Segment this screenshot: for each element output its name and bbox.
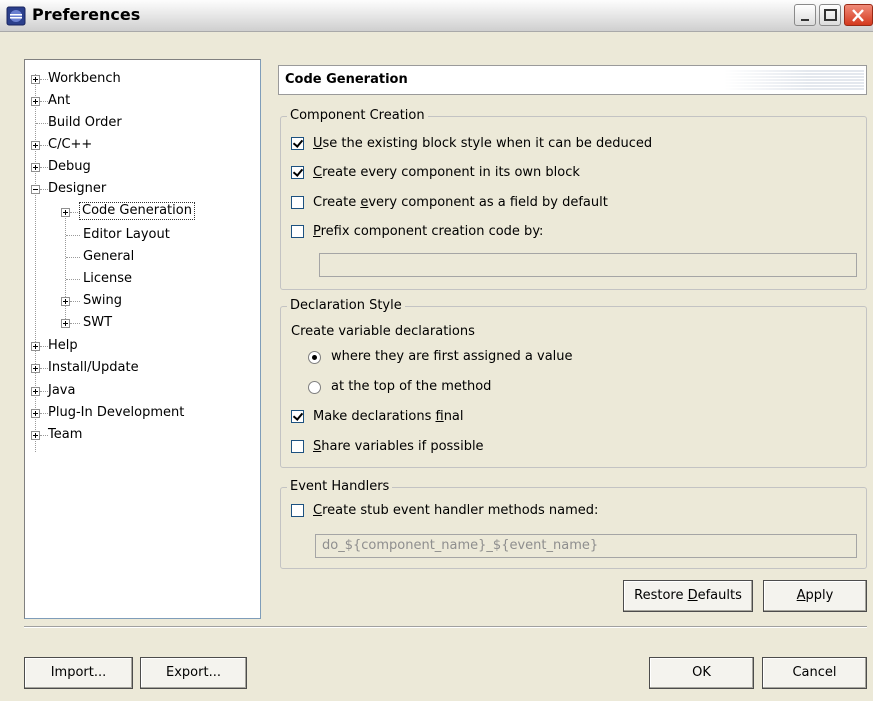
checkbox-label: se the existing block style when it can … [322, 136, 653, 151]
radio-unselected-icon[interactable] [308, 381, 321, 394]
tree-item-label: SWT [83, 315, 113, 330]
mnemonic: D [687, 588, 698, 603]
collapse-icon[interactable] [31, 185, 40, 194]
checkbox-checked-icon[interactable] [291, 166, 304, 179]
page-title: Code Generation [285, 72, 408, 87]
checkbox-label-rest: inal [443, 409, 464, 424]
minimize-button[interactable] [794, 4, 816, 26]
expand-icon[interactable] [61, 297, 70, 306]
mnemonic: U [313, 136, 323, 151]
group-legend: Event Handlers [287, 479, 393, 495]
tree-item-label: Ant [48, 93, 71, 108]
tree-item-label: Code Generation [79, 202, 195, 220]
expand-icon[interactable] [31, 387, 40, 396]
checkbox-label: reate stub event handler methods named: [322, 503, 599, 518]
tree-item-label: Team [48, 427, 83, 442]
expand-icon[interactable] [61, 319, 70, 328]
window-title: Preferences [32, 5, 141, 24]
tree-item-label: Workbench [48, 71, 121, 86]
close-icon [852, 9, 864, 22]
preferences-window: Preferences Workbench Ant Build Order C/… [0, 0, 873, 701]
button-label-rest: efaults [697, 588, 742, 603]
component-creation-group: Component Creation Use the existing bloc… [280, 108, 867, 290]
stub-method-name-field[interactable]: do_${component_name}_${event_name} [315, 534, 857, 558]
mnemonic: f [435, 409, 444, 424]
declaration-style-group: Declaration Style Create variable declar… [280, 298, 867, 468]
expand-icon[interactable] [61, 208, 70, 217]
close-button[interactable] [844, 4, 873, 26]
checkbox-label: reate every component in its own block [322, 165, 580, 180]
title-bar[interactable]: Preferences [0, 0, 873, 32]
minimize-icon [801, 19, 809, 21]
tree-item-label: Editor Layout [83, 227, 170, 242]
apply-button[interactable]: Apply [763, 580, 867, 612]
page-header: Code Generation [278, 65, 867, 95]
eclipse-app-icon [6, 6, 26, 26]
expand-icon[interactable] [31, 163, 40, 172]
restore-defaults-button[interactable]: Restore Defaults [623, 580, 753, 612]
checkbox-unchecked-icon[interactable] [291, 196, 304, 209]
checkbox-unchecked-icon[interactable] [291, 225, 304, 238]
maximize-button[interactable] [819, 4, 841, 26]
expand-icon[interactable] [31, 141, 40, 150]
mnemonic: P [313, 224, 321, 239]
radio-label: where they are first assigned a value [331, 349, 573, 364]
tree-item-label: C/C++ [48, 137, 93, 152]
separator [24, 626, 867, 628]
tree-designer-connector [65, 213, 66, 327]
checkbox-label-rest: very component as a field by default [368, 195, 608, 210]
tree-item-label: Build Order [48, 115, 122, 130]
checkbox-label: refix component creation code by: [320, 224, 544, 239]
tree-item-label: Plug-In Development [48, 405, 185, 420]
tree-item-label: Help [48, 338, 78, 353]
declarations-subtitle: Create variable declarations [291, 324, 475, 339]
tree-item-label: License [83, 271, 133, 286]
import-button[interactable]: Import... [24, 657, 133, 689]
button-label: Restore [634, 588, 688, 603]
checkbox-label: hare variables if possible [321, 439, 484, 454]
mnemonic: C [313, 503, 323, 518]
expand-icon[interactable] [31, 409, 40, 418]
group-legend: Declaration Style [287, 298, 405, 314]
tree-item-label: Designer [48, 181, 107, 196]
radio-label: at the top of the method [331, 379, 492, 394]
expand-icon[interactable] [31, 364, 40, 373]
mnemonic: C [313, 165, 323, 180]
tree-item-label: Debug [48, 159, 91, 174]
checkbox-label: Make declarations [313, 409, 436, 424]
group-legend: Component Creation [287, 108, 428, 124]
cancel-button[interactable]: Cancel [762, 657, 867, 689]
checkbox-unchecked-icon[interactable] [291, 440, 304, 453]
expand-icon[interactable] [31, 342, 40, 351]
event-handlers-group: Event Handlers Create stub event handler… [280, 479, 867, 569]
expand-icon[interactable] [31, 97, 40, 106]
tree-item-label: Java [48, 383, 76, 398]
expand-icon[interactable] [31, 75, 40, 84]
preferences-tree[interactable]: Workbench Ant Build Order C/C++ Debug De… [24, 59, 261, 619]
tree-item-label: Install/Update [48, 360, 139, 375]
checkbox-checked-icon[interactable] [291, 137, 304, 150]
export-button[interactable]: Export... [140, 657, 247, 689]
ok-button[interactable]: OK [649, 657, 754, 689]
maximize-icon [824, 9, 837, 21]
checkbox-unchecked-icon[interactable] [291, 504, 304, 517]
prefix-code-field[interactable] [319, 253, 857, 277]
mnemonic: A [796, 588, 806, 603]
header-decoration [724, 69, 864, 91]
radio-selected-icon[interactable] [308, 351, 321, 364]
tree-item-label: General [83, 249, 135, 264]
button-label-rest: pply [805, 588, 834, 603]
checkbox-checked-icon[interactable] [291, 410, 304, 423]
expand-icon[interactable] [31, 431, 40, 440]
checkbox-label: Create [313, 195, 361, 210]
tree-item-label: Swing [83, 293, 122, 308]
